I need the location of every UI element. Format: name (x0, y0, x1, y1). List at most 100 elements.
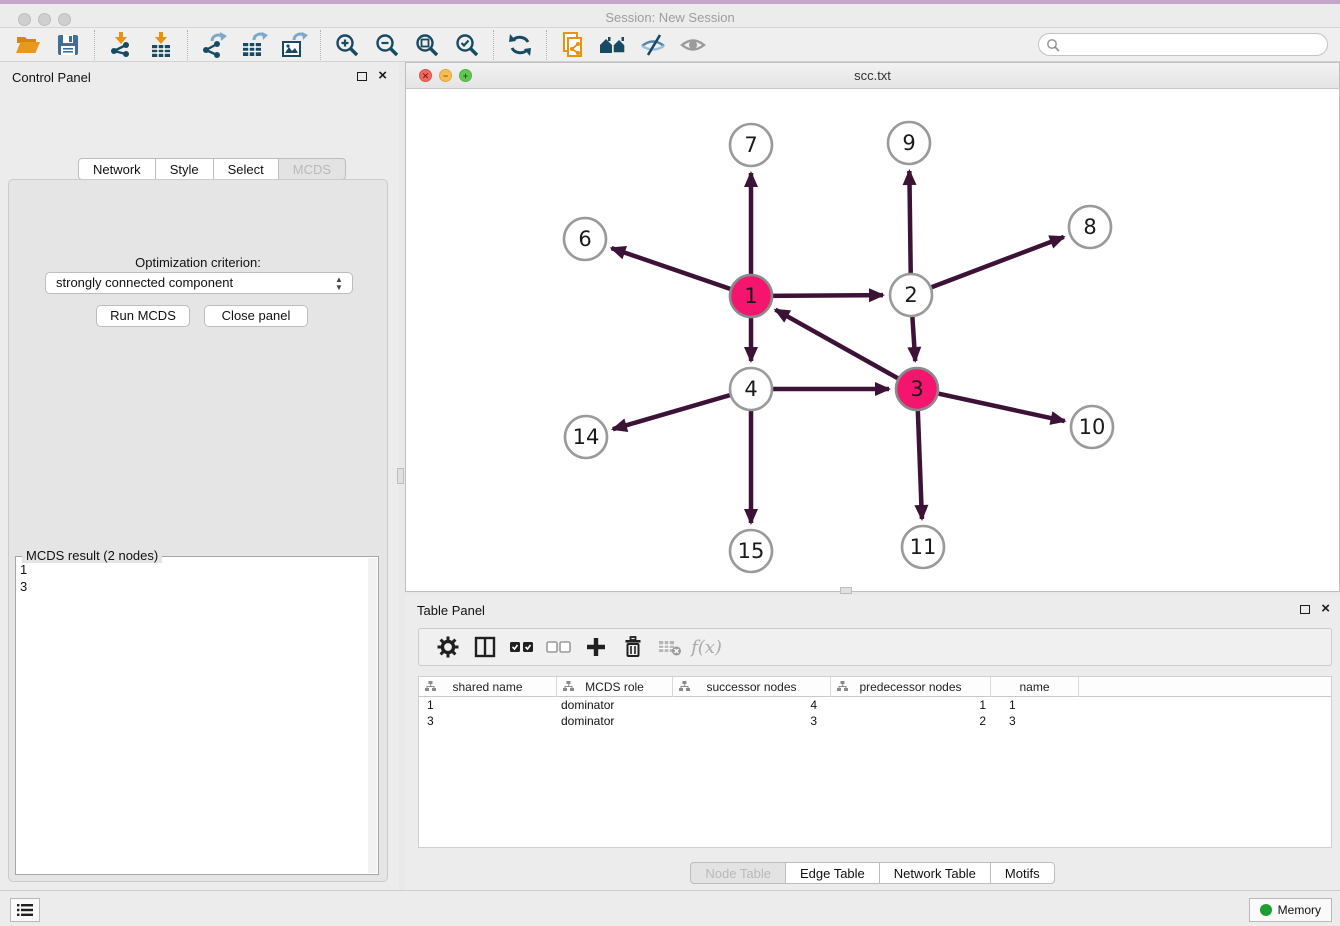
select-all-icon[interactable] (503, 630, 540, 664)
float-panel-icon[interactable] (357, 72, 367, 81)
node-label-1: 1 (744, 284, 757, 308)
node-label-10: 10 (1079, 415, 1106, 439)
close-table-panel-icon[interactable]: × (1321, 600, 1330, 617)
column-header-successor-nodes[interactable]: successor nodes (673, 677, 831, 697)
export-image-icon[interactable] (274, 29, 314, 61)
table-cell[interactable]: 3 (673, 713, 831, 729)
node-label-14: 14 (573, 425, 600, 449)
table-toolbar: f(x) (418, 628, 1332, 666)
toolbar-separator (94, 30, 95, 60)
table-cell[interactable]: 3 (419, 713, 557, 729)
edge-3-1[interactable] (775, 310, 902, 381)
table-row[interactable]: 1dominator411 (419, 697, 1331, 713)
delete-column-trash-icon[interactable] (614, 630, 651, 664)
column-header-MCDS-role[interactable]: MCDS role (557, 677, 673, 697)
hierarchy-icon (563, 681, 574, 692)
network-graph-canvas[interactable]: 7968124314101511 (406, 89, 1339, 591)
tab-network-table[interactable]: Network Table (880, 862, 991, 884)
close-panel-button[interactable]: Close panel (204, 305, 308, 327)
node-label-15: 15 (738, 539, 765, 563)
node-label-7: 7 (744, 133, 757, 157)
export-network-icon[interactable] (194, 29, 234, 61)
dropdown-value: strongly connected component (56, 275, 233, 290)
table-header-row: shared nameMCDS rolesuccessor nodesprede… (419, 677, 1331, 697)
titlebar: Session: New Session (0, 0, 1340, 28)
memory-button[interactable]: Memory (1249, 898, 1332, 922)
table-cell[interactable]: 1 (991, 697, 1079, 713)
mcds-result-box: MCDS result (2 nodes) 1 3 (15, 556, 379, 875)
table-panel-title: Table Panel (417, 603, 485, 618)
table-cell[interactable]: 2 (831, 713, 991, 729)
zoom-out-icon[interactable] (367, 29, 407, 61)
refresh-icon[interactable] (500, 29, 540, 61)
show-hidden-eye-icon[interactable] (673, 29, 713, 61)
hierarchy-icon (837, 681, 848, 692)
export-table-icon[interactable] (234, 29, 274, 61)
network-window-titlebar[interactable]: ✕ − + scc.txt (406, 63, 1339, 89)
optimization-criterion-dropdown[interactable]: strongly connected component ▲▼ (45, 272, 353, 294)
run-mcds-button[interactable]: Run MCDS (96, 305, 190, 327)
column-label: name (1019, 680, 1049, 694)
float-table-panel-icon[interactable] (1300, 605, 1310, 614)
import-network-icon[interactable] (101, 29, 141, 61)
tab-select[interactable]: Select (214, 158, 279, 180)
control-panel: Control Panel × NetworkStyleSelectMCDS O… (0, 62, 399, 890)
search-input[interactable] (1060, 36, 1327, 54)
edge-3-11[interactable] (918, 406, 922, 519)
network-view-title: scc.txt (406, 68, 1339, 83)
tab-network[interactable]: Network (78, 158, 156, 180)
table-row[interactable]: 3dominator323 (419, 713, 1331, 729)
save-session-icon[interactable] (48, 29, 88, 61)
zoom-fit-icon[interactable] (407, 29, 447, 61)
horizontal-splitter-handle[interactable] (840, 587, 852, 594)
edge-2-9[interactable] (909, 171, 910, 278)
first-neighbors-icon[interactable] (593, 29, 633, 61)
toolbar-separator (546, 30, 547, 60)
table-body: 1dominator4113dominator323 (419, 697, 1331, 729)
result-scrollbar[interactable] (368, 558, 377, 873)
new-network-from-selection-icon[interactable] (553, 29, 593, 61)
table-cell[interactable]: dominator (557, 713, 673, 729)
settings-gear-icon[interactable] (429, 630, 466, 664)
node-label-11: 11 (910, 535, 937, 559)
table-cell[interactable]: dominator (557, 697, 673, 713)
zoom-selected-icon[interactable] (447, 29, 487, 61)
table-panel-header: Table Panel × (405, 595, 1340, 625)
open-file-icon[interactable] (8, 29, 48, 61)
table-cell[interactable]: 4 (673, 697, 831, 713)
column-header-predecessor-nodes[interactable]: predecessor nodes (831, 677, 991, 697)
edge-1-2[interactable] (768, 295, 883, 296)
optimization-criterion-label: Optimization criterion: (9, 255, 387, 270)
tab-node-table[interactable]: Node Table (690, 862, 786, 884)
table-cell[interactable]: 1 (831, 697, 991, 713)
add-column-icon[interactable] (577, 630, 614, 664)
panel-splitter-handle[interactable] (397, 468, 404, 484)
edge-3-10[interactable] (934, 393, 1065, 421)
edge-1-6[interactable] (611, 248, 734, 290)
column-header-shared-name[interactable]: shared name (419, 677, 557, 697)
zoom-in-icon[interactable] (327, 29, 367, 61)
mcds-result-text[interactable]: 1 3 (20, 561, 366, 870)
mcds-tab-content: Optimization criterion: strongly connect… (8, 179, 388, 882)
table-cell[interactable]: 3 (991, 713, 1079, 729)
edge-4-14[interactable] (613, 394, 735, 429)
close-panel-icon[interactable]: × (378, 67, 387, 84)
node-label-8: 8 (1083, 215, 1096, 239)
tab-style[interactable]: Style (156, 158, 214, 180)
tab-motifs[interactable]: Motifs (991, 862, 1055, 884)
tab-edge-table[interactable]: Edge Table (786, 862, 880, 884)
tab-mcds[interactable]: MCDS (279, 158, 346, 180)
edge-2-8[interactable] (927, 237, 1064, 289)
search-box[interactable] (1038, 33, 1328, 56)
show-column-panel-icon[interactable] (466, 630, 503, 664)
table-cell[interactable]: 1 (419, 697, 557, 713)
import-table-icon[interactable] (141, 29, 181, 61)
column-header-name[interactable]: name (991, 677, 1079, 697)
delete-table-icon (651, 630, 688, 664)
edge-2-3[interactable] (912, 312, 915, 361)
unselect-all-icon[interactable] (540, 630, 577, 664)
task-history-list-icon[interactable] (10, 898, 40, 922)
hide-selected-eye-slash-icon[interactable] (633, 29, 673, 61)
search-icon (1046, 38, 1060, 52)
toolbar-separator (493, 30, 494, 60)
